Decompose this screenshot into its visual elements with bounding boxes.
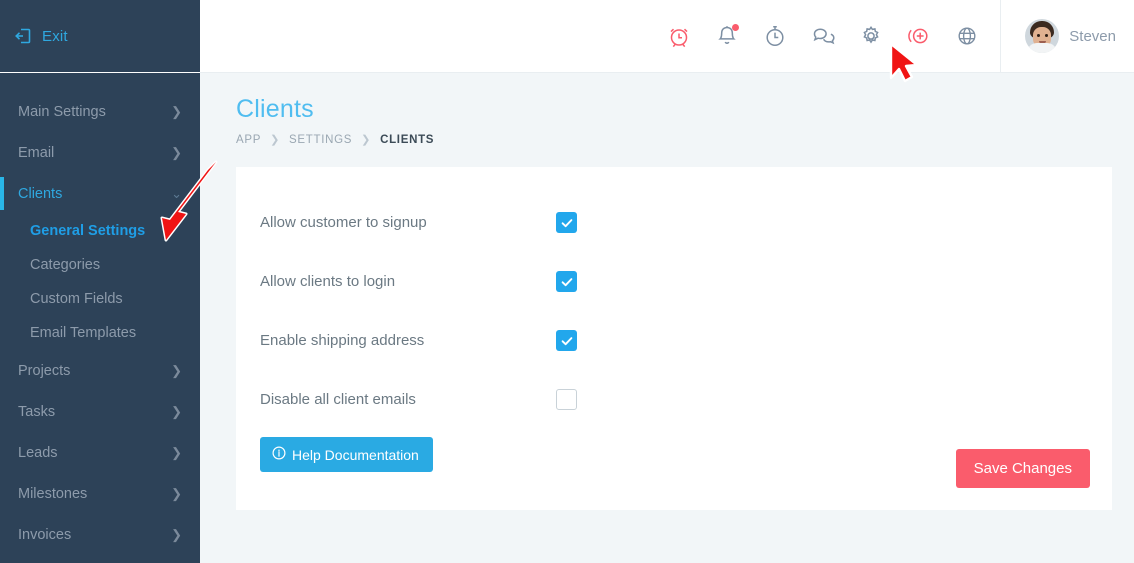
breadcrumb-item-clients: CLIENTS <box>380 133 435 146</box>
sidebar-item-main-settings[interactable]: Main Settings ❯ <box>0 91 200 132</box>
sidebar-item-milestones[interactable]: Milestones ❯ <box>0 473 200 514</box>
sidebar-subitem-general-settings[interactable]: General Settings <box>0 214 200 248</box>
globe-icon[interactable] <box>954 23 980 49</box>
sidebar-subitem-label: Custom Fields <box>30 291 123 307</box>
setting-row-disable-client-emails: Disable all client emails <box>260 370 1086 429</box>
chevron-down-icon: ⌄ <box>171 186 182 201</box>
sidebar-item-label: Clients <box>18 185 63 202</box>
bell-icon[interactable] <box>714 23 740 49</box>
sidebar-item-invoices[interactable]: Invoices ❯ <box>0 514 200 555</box>
help-documentation-button[interactable]: Help Documentation <box>260 437 433 472</box>
chevron-right-icon: ❯ <box>171 104 182 119</box>
sidebar-item-projects[interactable]: Projects ❯ <box>0 350 200 391</box>
checkbox-disable-client-emails[interactable] <box>556 389 577 410</box>
chevron-right-icon: ❯ <box>171 404 182 419</box>
main-content: Clients APP ❯ SETTINGS ❯ CLIENTS Allow c… <box>200 73 1134 563</box>
sidebar-item-label: Main Settings <box>18 103 106 120</box>
chevron-right-icon: ❯ <box>171 145 182 160</box>
setting-row-enable-shipping-address: Enable shipping address <box>260 311 1086 370</box>
sidebar-item-label: Projects <box>18 362 71 379</box>
exit-label: Exit <box>42 27 68 45</box>
setting-row-allow-customer-signup: Allow customer to signup <box>260 193 1086 252</box>
chevron-right-icon: ❯ <box>171 445 182 460</box>
sidebar-nav: Main Settings ❯ Email ❯ Clients ⌄ Genera… <box>0 73 200 555</box>
checkbox-enable-shipping-address[interactable] <box>556 330 577 351</box>
alarm-clock-icon[interactable] <box>666 23 692 49</box>
sidebar-item-label: Milestones <box>18 485 88 502</box>
sidebar-subitem-custom-fields[interactable]: Custom Fields <box>0 282 200 316</box>
avatar <box>1025 19 1060 53</box>
setting-label: Disable all client emails <box>260 391 416 408</box>
settings-card: Allow customer to signup Allow clients t… <box>236 167 1112 510</box>
exit-icon <box>14 26 34 46</box>
sidebar-item-label: Email <box>18 144 55 161</box>
checkbox-allow-customer-signup[interactable] <box>556 212 577 233</box>
chevron-right-icon: ❯ <box>361 134 372 146</box>
top-bar: Steven <box>200 0 1134 73</box>
user-name-label: Steven <box>1069 27 1116 45</box>
app-root: Exit Main Settings ❯ Email ❯ Clients ⌄ G… <box>0 0 1134 563</box>
stopwatch-icon[interactable] <box>762 23 788 49</box>
topbar-icon-group <box>666 23 1000 49</box>
checkbox-allow-clients-login[interactable] <box>556 271 577 292</box>
gear-icon[interactable] <box>858 23 884 49</box>
setting-label: Allow customer to signup <box>260 214 427 231</box>
chevron-right-icon: ❯ <box>270 134 281 146</box>
info-circle-icon <box>272 446 286 463</box>
sidebar-subitem-label: Email Templates <box>30 325 137 341</box>
sidebar-item-clients[interactable]: Clients ⌄ <box>0 173 200 214</box>
chevron-right-icon: ❯ <box>171 527 182 542</box>
sidebar-item-label: Leads <box>18 444 58 461</box>
add-circle-icon[interactable] <box>906 23 932 49</box>
breadcrumb-item-app[interactable]: APP <box>236 134 261 146</box>
sidebar-item-tasks[interactable]: Tasks ❯ <box>0 391 200 432</box>
user-menu[interactable]: Steven <box>1000 0 1134 73</box>
page-title: Clients <box>236 95 314 123</box>
sidebar-item-leads[interactable]: Leads ❯ <box>0 432 200 473</box>
sidebar-item-label: Invoices <box>18 526 72 543</box>
chevron-right-icon: ❯ <box>171 363 182 378</box>
setting-label: Allow clients to login <box>260 273 396 290</box>
exit-button[interactable]: Exit <box>0 0 200 73</box>
chevron-right-icon: ❯ <box>171 486 182 501</box>
chat-bubbles-icon[interactable] <box>810 23 836 49</box>
sidebar-subitem-label: Categories <box>30 257 101 273</box>
save-changes-button[interactable]: Save Changes <box>955 449 1090 488</box>
sidebar-subitem-email-templates[interactable]: Email Templates <box>0 316 200 350</box>
sidebar-subitem-categories[interactable]: Categories <box>0 248 200 282</box>
breadcrumb-item-settings[interactable]: SETTINGS <box>289 134 352 146</box>
setting-row-allow-clients-login: Allow clients to login <box>260 252 1086 311</box>
sidebar-subitem-label: General Settings <box>30 223 146 239</box>
help-documentation-label: Help Documentation <box>292 446 419 463</box>
setting-label: Enable shipping address <box>260 332 425 349</box>
sidebar-item-email[interactable]: Email ❯ <box>0 132 200 173</box>
sidebar: Exit Main Settings ❯ Email ❯ Clients ⌄ G… <box>0 0 200 563</box>
sidebar-item-label: Tasks <box>18 403 56 420</box>
breadcrumb: APP ❯ SETTINGS ❯ CLIENTS <box>236 133 1112 147</box>
